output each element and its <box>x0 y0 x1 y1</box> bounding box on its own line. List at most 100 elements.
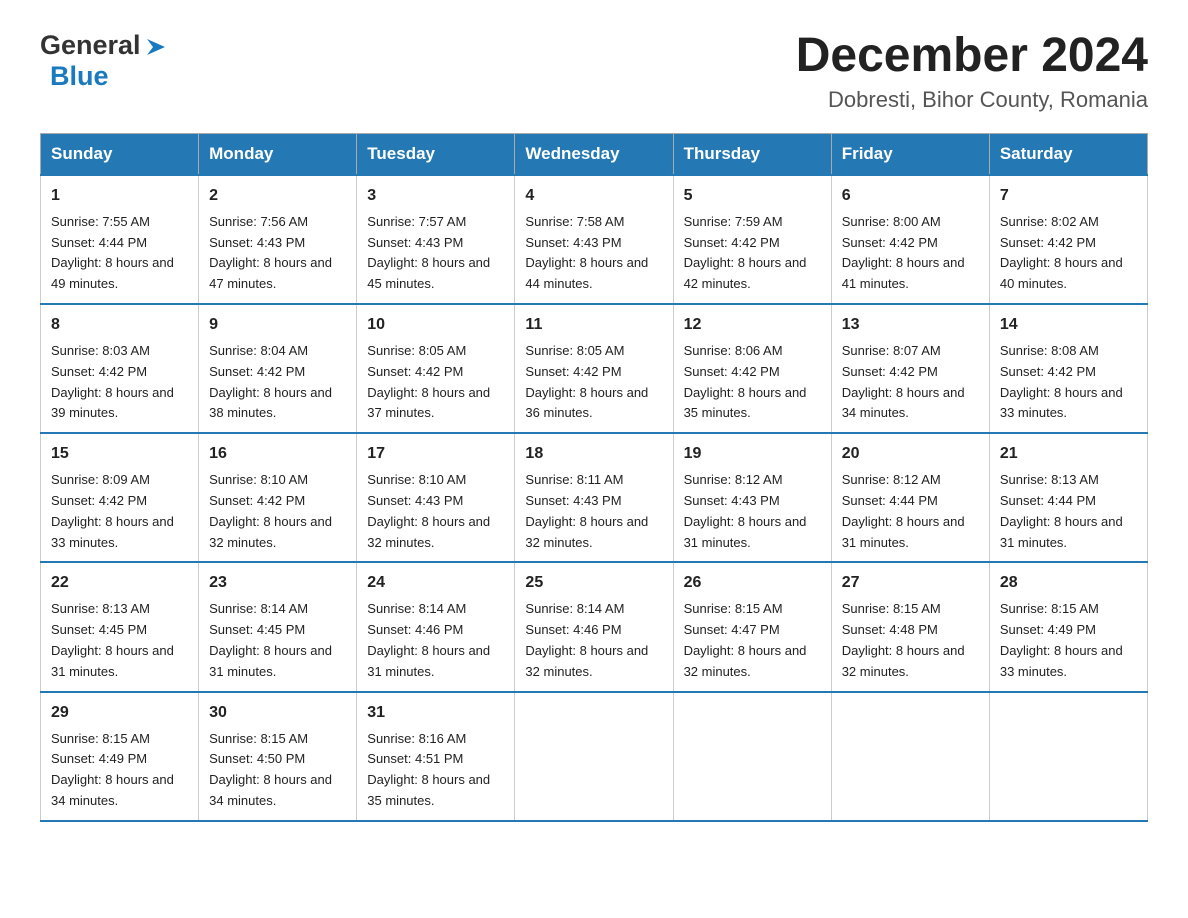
day-info: Sunrise: 7:58 AMSunset: 4:43 PMDaylight:… <box>525 214 648 291</box>
day-number: 17 <box>367 442 504 466</box>
day-info: Sunrise: 8:13 AMSunset: 4:44 PMDaylight:… <box>1000 472 1123 549</box>
calendar-subtitle: Dobresti, Bihor County, Romania <box>796 87 1148 113</box>
day-info: Sunrise: 8:06 AMSunset: 4:42 PMDaylight:… <box>684 343 807 420</box>
week-row-3: 15 Sunrise: 8:09 AMSunset: 4:42 PMDaylig… <box>41 433 1148 562</box>
week-row-5: 29 Sunrise: 8:15 AMSunset: 4:49 PMDaylig… <box>41 692 1148 821</box>
day-number: 31 <box>367 701 504 725</box>
col-sunday: Sunday <box>41 133 199 175</box>
day-number: 6 <box>842 184 979 208</box>
day-number: 9 <box>209 313 346 337</box>
day-info: Sunrise: 8:04 AMSunset: 4:42 PMDaylight:… <box>209 343 332 420</box>
table-row: 27 Sunrise: 8:15 AMSunset: 4:48 PMDaylig… <box>831 562 989 691</box>
day-number: 10 <box>367 313 504 337</box>
table-row: 13 Sunrise: 8:07 AMSunset: 4:42 PMDaylig… <box>831 304 989 433</box>
day-info: Sunrise: 8:09 AMSunset: 4:42 PMDaylight:… <box>51 472 174 549</box>
day-number: 29 <box>51 701 188 725</box>
table-row <box>831 692 989 821</box>
table-row: 3 Sunrise: 7:57 AMSunset: 4:43 PMDayligh… <box>357 175 515 304</box>
day-number: 14 <box>1000 313 1137 337</box>
day-info: Sunrise: 8:15 AMSunset: 4:49 PMDaylight:… <box>51 731 174 808</box>
day-number: 12 <box>684 313 821 337</box>
day-info: Sunrise: 8:11 AMSunset: 4:43 PMDaylight:… <box>525 472 648 549</box>
week-row-1: 1 Sunrise: 7:55 AMSunset: 4:44 PMDayligh… <box>41 175 1148 304</box>
col-tuesday: Tuesday <box>357 133 515 175</box>
day-info: Sunrise: 8:08 AMSunset: 4:42 PMDaylight:… <box>1000 343 1123 420</box>
day-number: 4 <box>525 184 662 208</box>
table-row: 6 Sunrise: 8:00 AMSunset: 4:42 PMDayligh… <box>831 175 989 304</box>
day-info: Sunrise: 8:15 AMSunset: 4:50 PMDaylight:… <box>209 731 332 808</box>
table-row: 9 Sunrise: 8:04 AMSunset: 4:42 PMDayligh… <box>199 304 357 433</box>
col-monday: Monday <box>199 133 357 175</box>
table-row: 29 Sunrise: 8:15 AMSunset: 4:49 PMDaylig… <box>41 692 199 821</box>
page-header: General Blue December 2024 Dobresti, Bih… <box>40 30 1148 113</box>
week-row-2: 8 Sunrise: 8:03 AMSunset: 4:42 PMDayligh… <box>41 304 1148 433</box>
day-info: Sunrise: 8:14 AMSunset: 4:46 PMDaylight:… <box>367 601 490 678</box>
day-number: 20 <box>842 442 979 466</box>
day-number: 27 <box>842 571 979 595</box>
day-info: Sunrise: 8:15 AMSunset: 4:47 PMDaylight:… <box>684 601 807 678</box>
day-number: 22 <box>51 571 188 595</box>
day-info: Sunrise: 7:57 AMSunset: 4:43 PMDaylight:… <box>367 214 490 291</box>
table-row: 25 Sunrise: 8:14 AMSunset: 4:46 PMDaylig… <box>515 562 673 691</box>
day-number: 13 <box>842 313 979 337</box>
logo-general-text: General <box>40 30 141 61</box>
table-row <box>989 692 1147 821</box>
day-info: Sunrise: 8:15 AMSunset: 4:49 PMDaylight:… <box>1000 601 1123 678</box>
table-row: 28 Sunrise: 8:15 AMSunset: 4:49 PMDaylig… <box>989 562 1147 691</box>
table-row <box>673 692 831 821</box>
day-number: 5 <box>684 184 821 208</box>
logo[interactable]: General Blue <box>40 30 171 92</box>
day-number: 19 <box>684 442 821 466</box>
table-row: 23 Sunrise: 8:14 AMSunset: 4:45 PMDaylig… <box>199 562 357 691</box>
day-number: 24 <box>367 571 504 595</box>
day-info: Sunrise: 8:03 AMSunset: 4:42 PMDaylight:… <box>51 343 174 420</box>
table-row: 12 Sunrise: 8:06 AMSunset: 4:42 PMDaylig… <box>673 304 831 433</box>
day-number: 8 <box>51 313 188 337</box>
day-info: Sunrise: 8:05 AMSunset: 4:42 PMDaylight:… <box>367 343 490 420</box>
table-row: 31 Sunrise: 8:16 AMSunset: 4:51 PMDaylig… <box>357 692 515 821</box>
day-info: Sunrise: 8:12 AMSunset: 4:44 PMDaylight:… <box>842 472 965 549</box>
day-number: 3 <box>367 184 504 208</box>
table-row <box>515 692 673 821</box>
day-number: 15 <box>51 442 188 466</box>
day-info: Sunrise: 8:07 AMSunset: 4:42 PMDaylight:… <box>842 343 965 420</box>
day-info: Sunrise: 8:10 AMSunset: 4:43 PMDaylight:… <box>367 472 490 549</box>
table-row: 1 Sunrise: 7:55 AMSunset: 4:44 PMDayligh… <box>41 175 199 304</box>
col-wednesday: Wednesday <box>515 133 673 175</box>
day-number: 1 <box>51 184 188 208</box>
table-row: 14 Sunrise: 8:08 AMSunset: 4:42 PMDaylig… <box>989 304 1147 433</box>
day-info: Sunrise: 8:14 AMSunset: 4:46 PMDaylight:… <box>525 601 648 678</box>
table-row: 19 Sunrise: 8:12 AMSunset: 4:43 PMDaylig… <box>673 433 831 562</box>
day-number: 28 <box>1000 571 1137 595</box>
col-thursday: Thursday <box>673 133 831 175</box>
table-row: 24 Sunrise: 8:14 AMSunset: 4:46 PMDaylig… <box>357 562 515 691</box>
table-row: 7 Sunrise: 8:02 AMSunset: 4:42 PMDayligh… <box>989 175 1147 304</box>
day-number: 25 <box>525 571 662 595</box>
day-number: 2 <box>209 184 346 208</box>
table-row: 15 Sunrise: 8:09 AMSunset: 4:42 PMDaylig… <box>41 433 199 562</box>
day-number: 23 <box>209 571 346 595</box>
day-info: Sunrise: 8:13 AMSunset: 4:45 PMDaylight:… <box>51 601 174 678</box>
table-row: 4 Sunrise: 7:58 AMSunset: 4:43 PMDayligh… <box>515 175 673 304</box>
day-number: 21 <box>1000 442 1137 466</box>
table-row: 21 Sunrise: 8:13 AMSunset: 4:44 PMDaylig… <box>989 433 1147 562</box>
table-row: 18 Sunrise: 8:11 AMSunset: 4:43 PMDaylig… <box>515 433 673 562</box>
day-info: Sunrise: 8:12 AMSunset: 4:43 PMDaylight:… <box>684 472 807 549</box>
table-row: 5 Sunrise: 7:59 AMSunset: 4:42 PMDayligh… <box>673 175 831 304</box>
table-row: 30 Sunrise: 8:15 AMSunset: 4:50 PMDaylig… <box>199 692 357 821</box>
col-friday: Friday <box>831 133 989 175</box>
day-info: Sunrise: 7:56 AMSunset: 4:43 PMDaylight:… <box>209 214 332 291</box>
day-info: Sunrise: 7:59 AMSunset: 4:42 PMDaylight:… <box>684 214 807 291</box>
day-number: 11 <box>525 313 662 337</box>
day-info: Sunrise: 7:55 AMSunset: 4:44 PMDaylight:… <box>51 214 174 291</box>
day-number: 26 <box>684 571 821 595</box>
header-row: Sunday Monday Tuesday Wednesday Thursday… <box>41 133 1148 175</box>
table-row: 26 Sunrise: 8:15 AMSunset: 4:47 PMDaylig… <box>673 562 831 691</box>
table-row: 8 Sunrise: 8:03 AMSunset: 4:42 PMDayligh… <box>41 304 199 433</box>
calendar-table: Sunday Monday Tuesday Wednesday Thursday… <box>40 133 1148 822</box>
table-row: 22 Sunrise: 8:13 AMSunset: 4:45 PMDaylig… <box>41 562 199 691</box>
col-saturday: Saturday <box>989 133 1147 175</box>
day-info: Sunrise: 8:15 AMSunset: 4:48 PMDaylight:… <box>842 601 965 678</box>
day-number: 16 <box>209 442 346 466</box>
logo-arrow-icon <box>143 33 171 61</box>
